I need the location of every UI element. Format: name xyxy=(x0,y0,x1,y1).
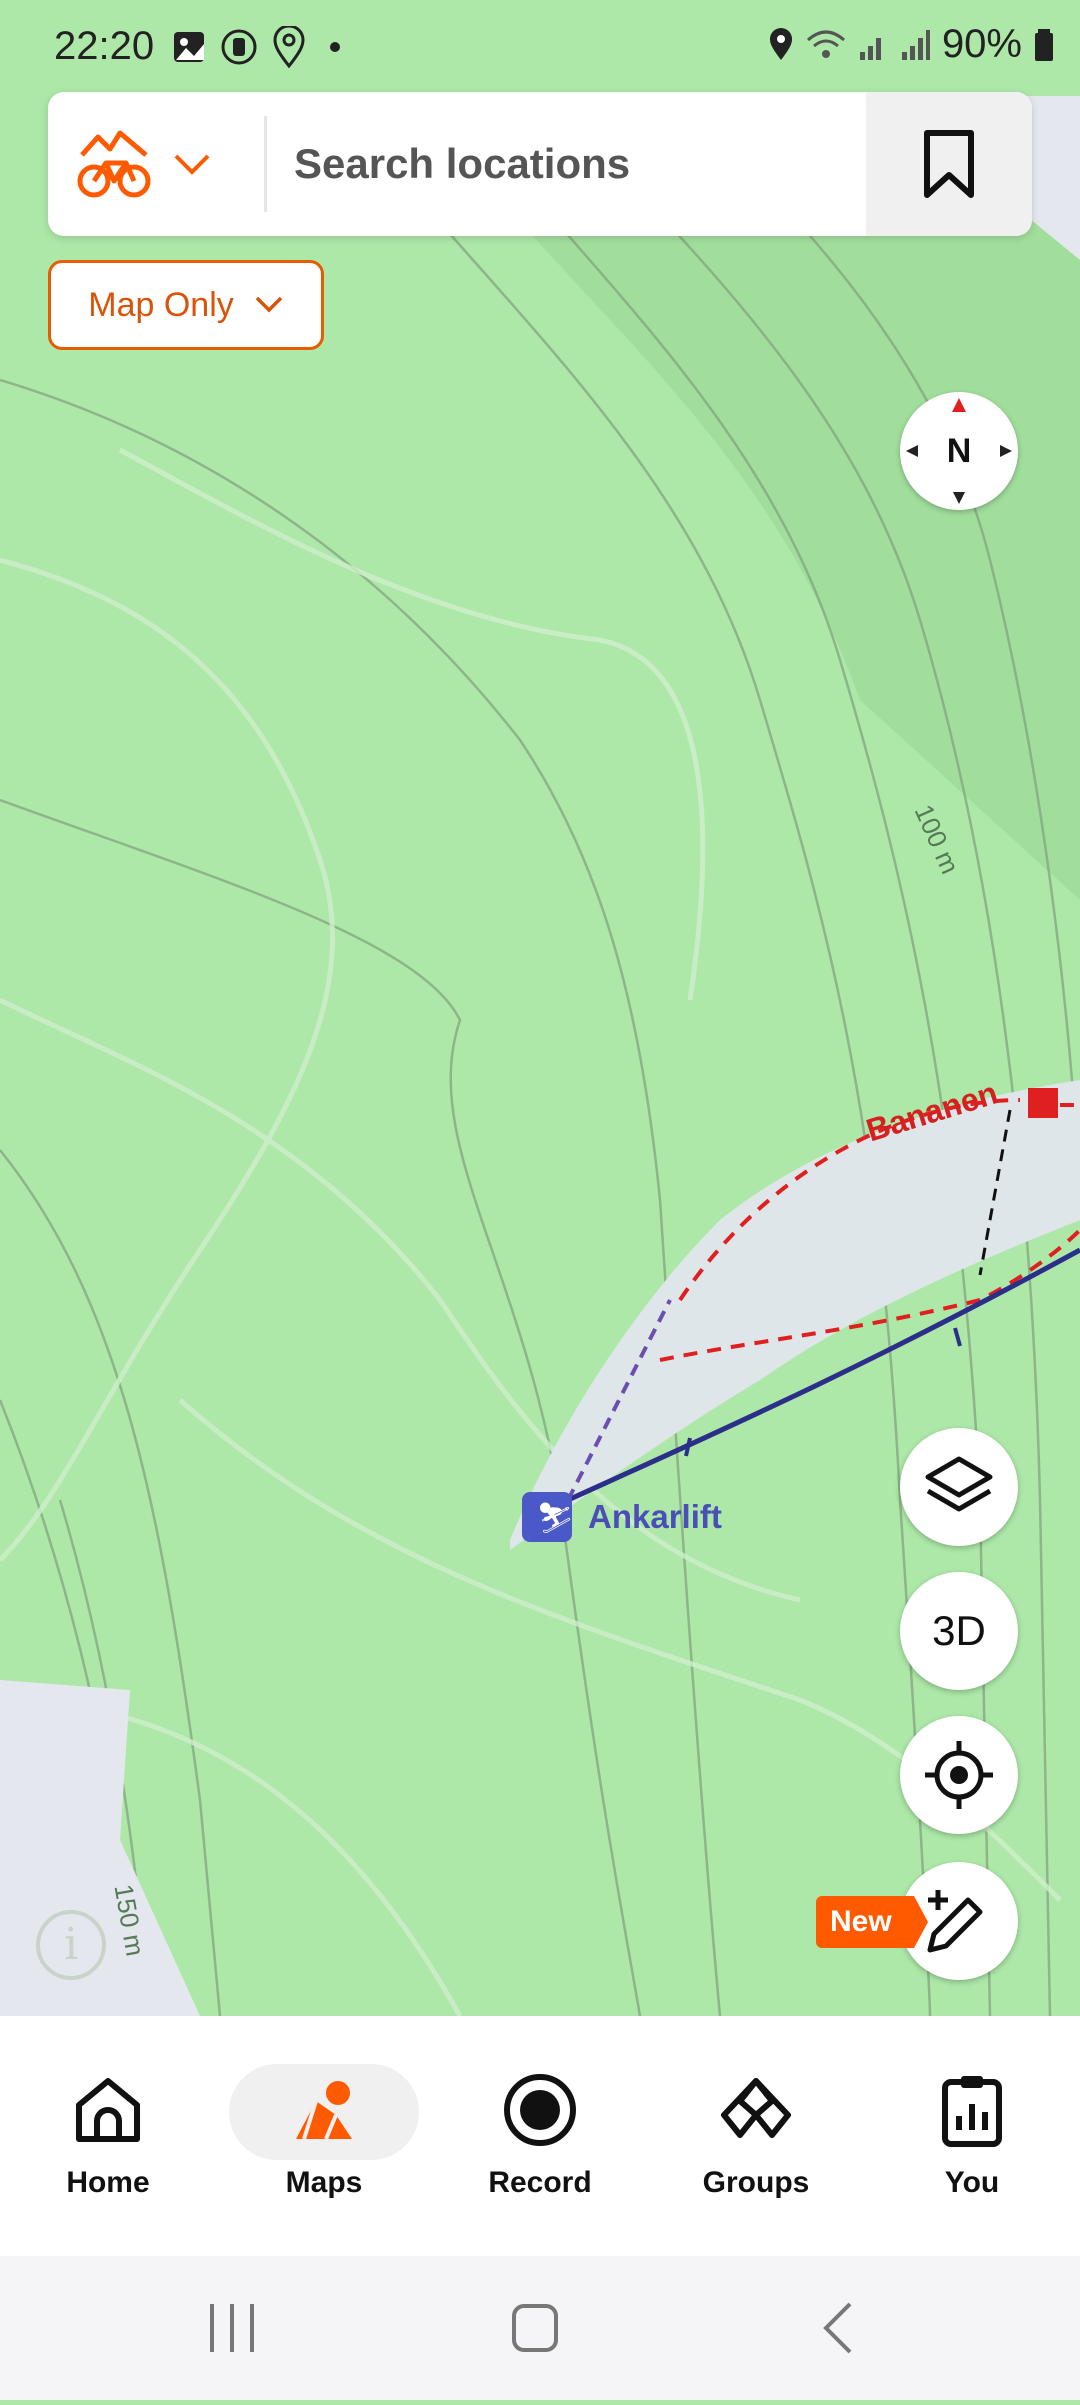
chevron-down-icon xyxy=(255,296,282,313)
search-bar: Search locations xyxy=(48,92,1032,236)
groups-icon xyxy=(721,2078,791,2138)
recents-icon[interactable] xyxy=(210,2304,254,2352)
info-button[interactable]: i xyxy=(36,1910,106,1980)
activity-selector[interactable] xyxy=(48,92,264,236)
notification-dot xyxy=(330,42,340,52)
app-notification-icon xyxy=(221,29,257,65)
target-icon xyxy=(925,1741,993,1809)
nav-groups[interactable]: Groups xyxy=(656,2016,856,2256)
status-bar: 22:20 90% xyxy=(0,0,1080,96)
battery-icon xyxy=(1035,28,1053,61)
maps-icon xyxy=(296,2081,352,2140)
back-icon[interactable] xyxy=(823,2302,852,2354)
nav-maps[interactable]: Maps xyxy=(224,2016,424,2256)
wifi-icon xyxy=(806,30,845,58)
3d-label: 3D xyxy=(932,1607,986,1654)
system-navigation-bar xyxy=(0,2256,1080,2400)
map-filter-dropdown[interactable]: Map Only xyxy=(48,260,324,350)
bottom-navigation: Home Maps Record Groups You xyxy=(0,2016,1080,2256)
locate-me-button[interactable] xyxy=(900,1716,1018,1834)
new-badge: New xyxy=(816,1896,928,1948)
home-system-icon[interactable] xyxy=(512,2304,558,2352)
signal-icon-2 xyxy=(901,29,930,60)
nav-record[interactable]: Record xyxy=(440,2016,640,2256)
mountain-bike-icon xyxy=(77,130,151,198)
compass-north-label: N xyxy=(946,432,972,470)
signal-icon xyxy=(859,37,881,60)
record-icon xyxy=(504,2074,576,2146)
home-icon xyxy=(76,2078,140,2142)
nav-you-label: You xyxy=(944,2166,1000,2199)
lift-label: Ankarlift xyxy=(588,1498,722,1535)
status-time: 22:20 xyxy=(54,24,155,68)
nav-groups-label: Groups xyxy=(702,2166,810,2199)
nav-record-label: Record xyxy=(488,2166,592,2199)
nav-you[interactable]: You xyxy=(872,2016,1072,2256)
layers-icon xyxy=(925,1456,993,1512)
chevron-down-icon xyxy=(174,154,210,175)
bookmark-icon xyxy=(924,130,974,198)
pencil-plus-icon xyxy=(927,1890,983,1953)
compass-button[interactable]: N xyxy=(900,392,1018,510)
battery-percent: 90% xyxy=(941,22,1022,66)
location-outline-icon xyxy=(273,26,305,68)
search-input[interactable]: Search locations xyxy=(294,92,630,236)
nav-home[interactable]: Home xyxy=(8,2016,208,2256)
layers-button[interactable] xyxy=(900,1428,1018,1546)
nav-home-label: Home xyxy=(66,2166,150,2199)
clipboard-chart-icon xyxy=(942,2076,1002,2147)
map-filter-label: Map Only xyxy=(88,285,234,324)
saved-button[interactable] xyxy=(866,92,1032,236)
gallery-icon xyxy=(174,32,204,62)
nav-maps-label: Maps xyxy=(285,2166,363,2199)
svg-text:⛷: ⛷ xyxy=(536,1501,574,1536)
location-icon xyxy=(769,27,792,60)
3d-toggle-button[interactable]: 3D xyxy=(900,1572,1018,1690)
